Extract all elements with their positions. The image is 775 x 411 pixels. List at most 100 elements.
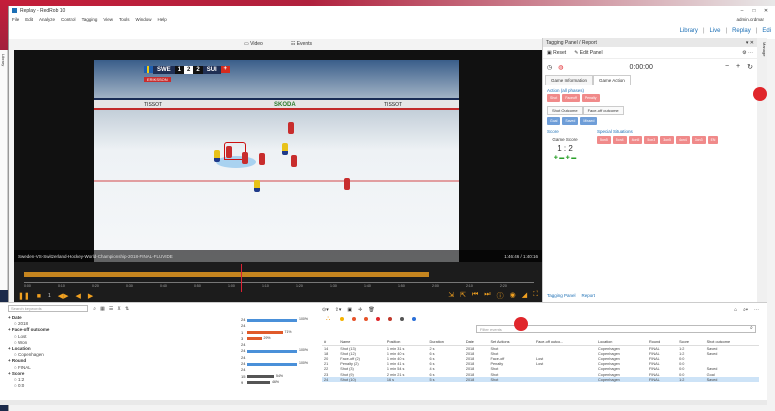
tab-report[interactable]: Report (582, 293, 596, 298)
next-marker-icon[interactable]: ⏭ (484, 291, 490, 301)
fullscreen-icon[interactable]: ⛶ (533, 291, 538, 301)
tag-tree-icon[interactable]: ⛬ (326, 316, 330, 323)
color-filter-dot[interactable] (376, 317, 380, 321)
rewind-icon[interactable]: ◀▶ (58, 292, 69, 300)
minus-icon[interactable]: − (725, 63, 729, 71)
special-button[interactable]: 5on3 (644, 136, 659, 144)
special-button[interactable]: 3on3 (691, 136, 706, 144)
step-back-icon[interactable]: ◀ (76, 292, 81, 300)
special-button[interactable]: 4on5 (628, 136, 643, 144)
menu-window[interactable]: Window (136, 17, 152, 22)
tab-video[interactable]: ▭ Video (244, 41, 263, 47)
prev-marker-icon[interactable]: ⏮ (472, 291, 478, 301)
nav-library[interactable]: Library (680, 28, 698, 34)
special-button[interactable]: 5on5 (597, 136, 611, 144)
playhead[interactable] (241, 264, 242, 292)
video-player[interactable]: TISSOT SKODA TISSOT SWE 1 2 2 SUI + ERIK… (14, 50, 542, 262)
tab-game-action[interactable]: Game Action (593, 75, 631, 85)
tab-events[interactable]: ☷ Events (291, 41, 312, 47)
plus-icon[interactable]: + (736, 63, 740, 71)
tab-tagging-panel[interactable]: Tagging Panel (547, 293, 576, 298)
color-filter-dot[interactable] (400, 317, 404, 321)
search-icon[interactable]: ⌕ (93, 306, 96, 312)
reset-button[interactable]: ▣ Reset (547, 50, 566, 56)
menu-file[interactable]: File (12, 17, 19, 22)
tab-shot-outcome[interactable]: Shot Outcome (547, 106, 583, 115)
volume-icon[interactable]: ◢ (522, 291, 527, 301)
tag-penalty-button[interactable]: Penalty (581, 94, 600, 102)
menu-tools[interactable]: Tools (119, 17, 130, 22)
special-button[interactable]: 5on4 (612, 136, 627, 144)
select-icon[interactable]: ⊙▾ (322, 307, 329, 313)
filter-icon[interactable]: ⊻ (117, 306, 121, 312)
score-increment-icon[interactable]: ✚ ▬ ✚ ▬ (547, 155, 583, 161)
menu-control[interactable]: Control (61, 17, 76, 22)
maximize-button[interactable]: □ (748, 8, 760, 14)
color-filter-dot[interactable] (352, 317, 356, 321)
nav-separator: | (725, 28, 728, 34)
export-icon[interactable]: ▣ (347, 307, 352, 313)
tab-faceoff-outcome[interactable]: Face-off outcome (582, 106, 624, 115)
table-row[interactable]: 24 Shot (10) 16 s5 s 2018 Shot Copenhagen FINA… (322, 377, 759, 383)
menu-tagging[interactable]: Tagging (82, 17, 98, 22)
action-buttons: Shot Faceoff Penalty (547, 94, 753, 102)
delete-icon[interactable]: 🗑 (368, 307, 374, 313)
refresh-icon[interactable]: ↻ (747, 63, 753, 71)
close-button[interactable]: ✕ (760, 8, 772, 14)
info-icon[interactable]: ⓘ (497, 291, 504, 301)
manage-side-tab[interactable]: Manage (757, 38, 767, 302)
timeline-ruler[interactable]: 0:00 0:10 0:20 0:30 0:40 0:50 1:00 1:10 1:20 1:30… (24, 282, 534, 288)
panel-header-controls[interactable]: ▾ ✕ (746, 40, 754, 46)
menu-analyze[interactable]: Analyze (39, 17, 55, 22)
tree-leaf[interactable]: ○ 0:0 (8, 383, 143, 389)
sort-icon[interactable]: ⇅ (125, 306, 129, 312)
list-icon[interactable]: ☰ (109, 306, 113, 312)
library-side-strip[interactable]: Library (0, 50, 8, 290)
color-filter-dot[interactable] (388, 317, 392, 321)
tab-game-information[interactable]: Game Information (545, 75, 594, 85)
share-icon[interactable]: ⇪▾ (335, 307, 342, 313)
board-ad: TISSOT (384, 102, 403, 108)
more-icon[interactable]: ⋯ (754, 307, 759, 313)
window-title: Replay - RedRob 10 (20, 7, 66, 14)
minimize-button[interactable]: – (736, 8, 748, 14)
nav-edit[interactable]: Edi (762, 28, 771, 34)
special-button[interactable]: EN (707, 136, 719, 144)
nav-replay[interactable]: Replay (732, 28, 751, 34)
mark-in-icon[interactable]: ⇲ (448, 291, 454, 301)
search-icon[interactable]: ⌕ (750, 325, 753, 331)
color-filter-dot[interactable] (412, 317, 416, 321)
nav-live[interactable]: Live (710, 28, 721, 34)
color-filter-dot[interactable] (364, 317, 368, 321)
tag-goal-button[interactable]: Goal (547, 117, 561, 125)
edit-panel-button[interactable]: ✎ Edit Panel (574, 50, 602, 56)
tag-missed-button[interactable]: Missed (580, 117, 598, 125)
timeline-clip-bar[interactable] (24, 272, 429, 277)
mark-out-icon[interactable]: ⇱ (460, 291, 466, 301)
keyword-search-input[interactable]: Search keywords (8, 305, 88, 312)
record-icon[interactable]: ◍ (558, 64, 563, 71)
tag-saved-button[interactable]: Saved (562, 117, 579, 125)
menu-edit[interactable]: Edit (25, 17, 33, 22)
speed-icon[interactable]: ◉ (510, 291, 516, 301)
tag-faceoff-button[interactable]: Faceoff (562, 94, 580, 102)
zoom-icon[interactable]: ⌕▾ (743, 307, 748, 313)
special-button[interactable]: 3on5 (660, 136, 674, 144)
clock-icon[interactable]: ◷ (547, 64, 552, 71)
add-icon[interactable]: ✛ (358, 307, 362, 313)
stop-icon[interactable]: ■ (37, 293, 41, 300)
user-name[interactable]: admin.crdmar (736, 17, 764, 22)
timeline[interactable]: 0:00 0:10 0:20 0:30 0:40 0:50 1:00 1:10 1:20 1:30… (14, 262, 542, 302)
pause-icon[interactable]: ❚❚ (18, 292, 30, 300)
special-situations: Special Situations 5on5 5on4 4on5 5on3 3… (597, 129, 753, 161)
menu-view[interactable]: View (103, 17, 113, 22)
play-icon[interactable]: ▶ (88, 292, 93, 300)
tag-shot-button[interactable]: Shot (547, 94, 561, 102)
settings-icon[interactable]: ⚙ ⋯ (742, 50, 753, 56)
color-filter-dot[interactable] (340, 317, 344, 321)
distribution-count: 24 (241, 354, 246, 360)
menu-help[interactable]: Help (158, 17, 167, 22)
home-icon[interactable]: ⌂ (734, 307, 737, 313)
special-button[interactable]: 4on4 (675, 136, 690, 144)
grid-icon[interactable]: ▦ (100, 306, 105, 312)
